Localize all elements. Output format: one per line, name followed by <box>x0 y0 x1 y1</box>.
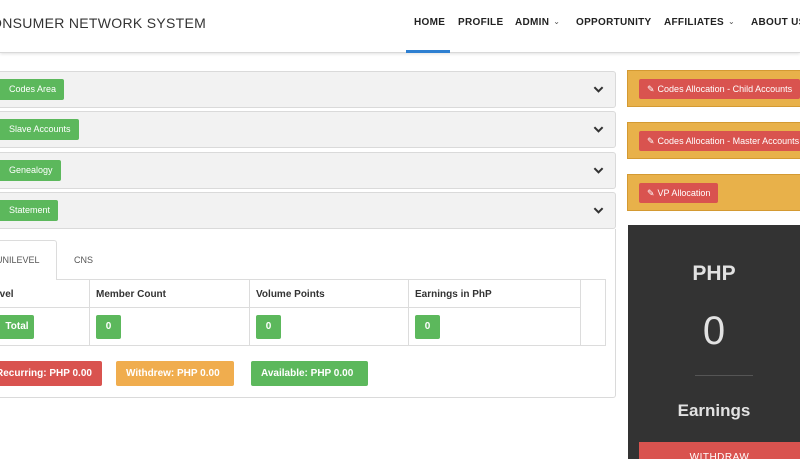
alloc-child-button[interactable]: ✎ Codes Allocation - Child Accounts <box>639 79 800 99</box>
tab-unilevel-label[interactable]: UNILEVEL <box>0 255 40 265</box>
recurring-badge: Recurring: PHP 0.00 <box>0 361 102 386</box>
total-label-badge: Total <box>0 315 34 339</box>
vp-allocation-label: VP Allocation <box>657 188 711 198</box>
alloc-master-box: ✎ Codes Allocation - Master Accounts <box>627 122 800 159</box>
pencil-icon: ✎ <box>647 188 655 198</box>
earnings-value: 0 <box>702 309 726 353</box>
active-nav-indicator <box>406 50 450 53</box>
nav-about-label: ABOUT US <box>751 17 800 28</box>
nav-admin-label: ADMIN <box>515 17 550 28</box>
panel-slave-accounts[interactable]: Slave Accounts <box>0 111 616 148</box>
caret-down-icon: ⌄ <box>728 17 736 26</box>
alloc-master-label: Codes Allocation - Master Accounts <box>657 136 800 146</box>
col-header-level: Level <box>0 289 14 300</box>
alloc-child-box: ✎ Codes Allocation - Child Accounts <box>627 70 800 107</box>
earnings-divider <box>695 375 753 376</box>
panel-statement[interactable]: Statement <box>0 192 616 229</box>
table-header-divider <box>0 307 581 308</box>
table-col-divider <box>580 280 581 346</box>
earnings-label: Earnings <box>677 401 751 420</box>
alloc-child-label: Codes Allocation - Child Accounts <box>657 84 793 94</box>
chevron-down-icon[interactable] <box>593 124 604 135</box>
chevron-down-icon[interactable] <box>593 205 604 216</box>
panel-codes-area[interactable]: Codes Area <box>0 71 616 108</box>
member-count-badge: 0 <box>96 315 121 339</box>
pencil-icon: ✎ <box>647 84 655 94</box>
col-header-member-count: Member Count <box>96 289 166 300</box>
pencil-icon: ✎ <box>647 136 655 146</box>
nav-home-label: HOME <box>414 17 446 28</box>
withdrew-badge: Withdrew: PHP 0.00 <box>116 361 234 386</box>
alloc-master-button[interactable]: ✎ Codes Allocation - Master Accounts <box>639 131 800 151</box>
caret-down-icon: ⌄ <box>553 17 561 26</box>
nav-opportunity[interactable]: OPPORTUNITY <box>576 17 652 28</box>
statement-button[interactable]: Statement <box>0 200 59 221</box>
table-col-divider <box>408 280 409 346</box>
brand-title[interactable]: ONSUMER NETWORK SYSTEM <box>0 15 206 31</box>
codes-area-button[interactable]: Codes Area <box>0 79 65 100</box>
nav-affiliates-label: AFFILIATES <box>664 17 725 28</box>
genealogy-button[interactable]: Genealogy <box>0 160 61 181</box>
nav-home[interactable]: HOME <box>414 17 445 28</box>
chevron-down-icon[interactable] <box>593 84 604 95</box>
available-badge: Available: PHP 0.00 <box>251 361 368 386</box>
nav-profile-label: PROFILE <box>458 17 504 28</box>
col-header-volume-points: Volume Points <box>256 289 325 300</box>
tab-cns[interactable]: CNS <box>74 255 93 265</box>
slave-accounts-button[interactable]: Slave Accounts <box>0 119 79 140</box>
panel-genealogy[interactable]: Genealogy <box>0 152 616 189</box>
vp-allocation-button[interactable]: ✎ VP Allocation <box>639 183 719 203</box>
withdraw-button[interactable]: WITHDRAW <box>639 442 800 459</box>
table-col-divider <box>249 280 250 346</box>
chevron-down-icon[interactable] <box>593 165 604 176</box>
nav-profile[interactable]: PROFILE <box>458 17 503 28</box>
nav-about[interactable]: ABOUT US <box>751 17 800 28</box>
nav-affiliates[interactable]: AFFILIATES ⌄ <box>664 17 735 28</box>
volume-points-badge: 0 <box>256 315 281 339</box>
col-header-earnings: Earnings in PhP <box>415 289 492 300</box>
table-col-divider <box>89 280 90 346</box>
vp-allocation-box: ✎ VP Allocation <box>627 174 800 211</box>
earnings-currency: PHP <box>692 262 736 285</box>
nav-opportunity-label: OPPORTUNITY <box>576 17 652 28</box>
nav-admin[interactable]: ADMIN ⌄ <box>515 17 560 28</box>
earnings-badge: 0 <box>415 315 440 339</box>
